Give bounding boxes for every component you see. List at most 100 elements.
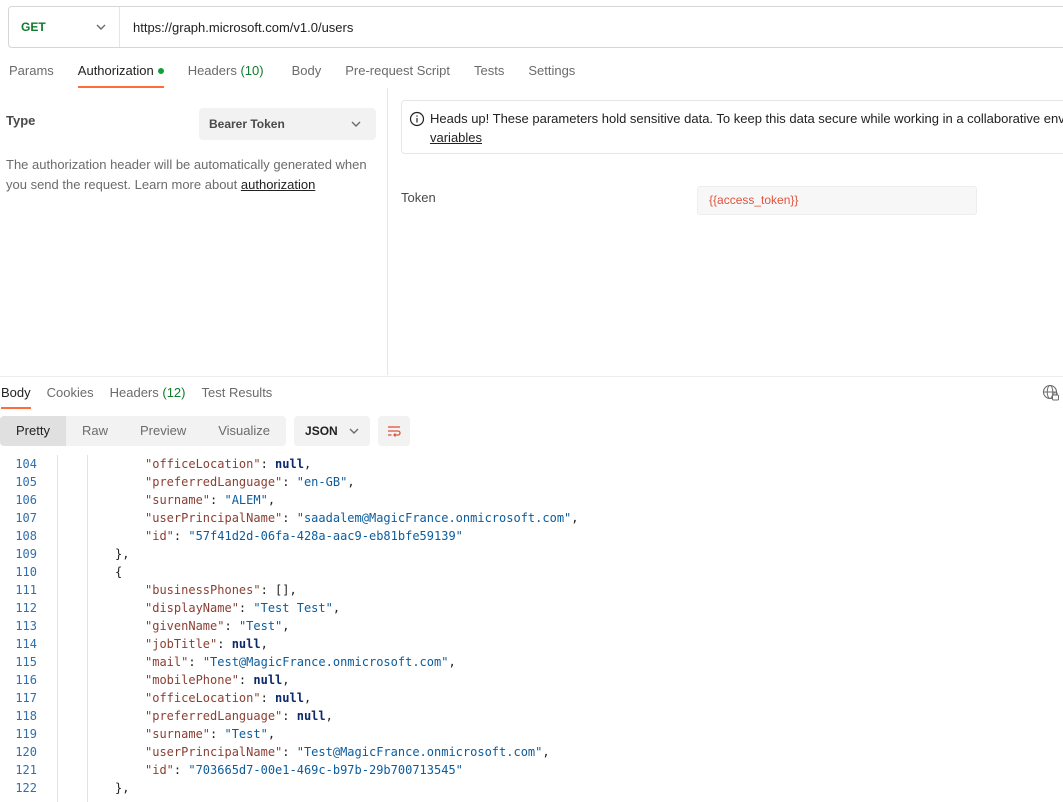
response-view-bar: Pretty Raw Preview Visualize JSON (0, 416, 411, 446)
line-number: 122 (15, 781, 37, 795)
line-number: 115 (15, 655, 37, 669)
code-line: 121 "id": "703665d7-00e1-469c-b97b-29b700… (0, 761, 1063, 779)
tab-label: Body (1, 385, 31, 400)
tab-tests[interactable]: Tests (474, 56, 504, 88)
tab-settings[interactable]: Settings (528, 56, 575, 88)
authorization-link[interactable]: authorization (241, 177, 315, 192)
code-line: 114 "jobTitle": null, (0, 635, 1063, 653)
chevron-down-icon (344, 112, 368, 136)
auth-type-value: Bearer Token (209, 117, 285, 131)
variables-link[interactable]: variables (430, 130, 482, 145)
code-line: 110 { (0, 563, 1063, 581)
code-line: 106 "surname": "ALEM", (0, 491, 1063, 509)
code-text: "userPrincipalName": "saadalem@MagicFran… (145, 511, 579, 525)
tab-label: Settings (528, 63, 576, 78)
tab-label: Headers (109, 385, 159, 400)
wrap-lines-button[interactable] (378, 416, 411, 446)
code-line: 118 "preferredLanguage": null, (0, 707, 1063, 725)
tab-headers[interactable]: Headers (10) (188, 56, 264, 88)
tab-test-results[interactable]: Test Results (202, 377, 273, 409)
token-input[interactable]: {{access_token}} (697, 186, 977, 215)
line-number: 121 (15, 763, 37, 777)
response-code-viewer[interactable]: 104 "officeLocation": null, 105 "preferredL… (0, 455, 1063, 802)
tab-label: Authorization (77, 63, 154, 78)
request-tabs: Params Authorization Headers (10) Body P… (0, 56, 575, 88)
code-line: 113 "givenName": "Test", (0, 617, 1063, 635)
tab-authorization[interactable]: Authorization (77, 56, 164, 88)
tab-label: Params (9, 63, 54, 78)
tab-response-headers[interactable]: Headers (12) (110, 377, 186, 409)
info-icon (409, 111, 425, 127)
code-text: }, (115, 781, 130, 795)
code-text: "displayName": "Test Test", (145, 601, 341, 615)
auth-description: The authorization header will be automat… (6, 155, 376, 195)
wrap-lines-icon (388, 426, 401, 437)
tab-label: Tests (473, 63, 505, 78)
code-text: "officeLocation": null, (145, 457, 312, 471)
code-line: 107 "userPrincipalName": "saadalem@MagicF… (0, 509, 1063, 527)
line-number: 120 (15, 745, 37, 759)
view-pretty-button[interactable]: Pretty (0, 416, 66, 446)
method-label: GET (21, 20, 46, 34)
sensitive-data-notice: Heads up! These parameters hold sensitiv… (401, 100, 1063, 154)
code-text: "givenName": "Test", (145, 619, 290, 633)
code-text: "preferredLanguage": "en-GB", (145, 475, 355, 489)
line-number: 107 (15, 511, 37, 525)
code-line: 120 "userPrincipalName": "Test@MagicFranc… (0, 743, 1063, 761)
line-number: 105 (15, 475, 37, 489)
chevron-down-icon (89, 15, 113, 39)
line-number: 108 (15, 529, 37, 543)
view-raw-button[interactable]: Raw (66, 416, 124, 446)
code-text: "businessPhones": [], (145, 583, 297, 597)
code-line: 112 "displayName": "Test Test", (0, 599, 1063, 617)
response-tabs: Body Cookies Headers (12) Test Results (0, 376, 1063, 409)
code-line: 109}, (0, 545, 1063, 563)
code-lines: 104 "officeLocation": null, 105 "preferredL… (0, 455, 1063, 797)
chevron-down-icon (342, 419, 366, 443)
url-input[interactable]: https://graph.microsoft.com/v1.0/users (120, 20, 353, 35)
code-text: { (115, 565, 123, 579)
line-number: 112 (15, 601, 37, 615)
code-line: 111 "businessPhones": [], (0, 581, 1063, 599)
code-line: 117 "officeLocation": null, (0, 689, 1063, 707)
tab-count: (12) (162, 385, 186, 400)
auth-type-panel: Type Bearer Token The authorization head… (0, 88, 388, 375)
tab-response-body[interactable]: Body (1, 377, 31, 409)
code-line: 116 "mobilePhone": null, (0, 671, 1063, 689)
tab-cookies[interactable]: Cookies (47, 377, 94, 409)
line-number: 111 (15, 583, 37, 597)
tab-pre-request-script[interactable]: Pre-request Script (345, 56, 450, 88)
code-line: 104 "officeLocation": null, (0, 455, 1063, 473)
format-select[interactable]: JSON (294, 416, 371, 446)
view-mode-switch: Pretty Raw Preview Visualize (0, 416, 287, 446)
code-text: "userPrincipalName": "Test@MagicFrance.o… (145, 745, 550, 759)
line-number: 119 (15, 727, 37, 741)
auth-type-select[interactable]: Bearer Token (199, 108, 376, 140)
globe-lock-icon[interactable] (1042, 384, 1060, 402)
active-indicator-dot (157, 67, 164, 74)
code-text: "preferredLanguage": null, (145, 709, 333, 723)
code-text: "mobilePhone": null, (145, 673, 290, 687)
line-number: 104 (15, 457, 37, 471)
tab-params[interactable]: Params (9, 56, 54, 88)
code-line: 119 "surname": "Test", (0, 725, 1063, 743)
format-value: JSON (305, 424, 338, 438)
tab-body[interactable]: Body (292, 56, 322, 88)
code-text: "surname": "ALEM", (145, 493, 276, 507)
view-preview-button[interactable]: Preview (124, 416, 202, 446)
line-number: 113 (15, 619, 37, 633)
line-number: 106 (15, 493, 37, 507)
code-text: "mail": "Test@MagicFrance.onmicrosoft.co… (145, 655, 456, 669)
tab-label: Body (291, 63, 322, 78)
line-number: 109 (15, 547, 37, 561)
method-select[interactable]: GET (9, 7, 120, 47)
code-text: "surname": "Test", (145, 727, 276, 741)
auth-type-label: Type (6, 113, 36, 128)
view-visualize-button[interactable]: Visualize (202, 416, 286, 446)
code-line: 108 "id": "57f41d2d-06fa-428a-aac9-eb81bf… (0, 527, 1063, 545)
code-text: "id": "57f41d2d-06fa-428a-aac9-eb81bfe59… (145, 529, 463, 543)
line-number: 116 (15, 673, 37, 687)
line-number: 118 (15, 709, 37, 723)
code-line: 115 "mail": "Test@MagicFrance.onmicrosoft… (0, 653, 1063, 671)
code-text: }, (115, 547, 130, 561)
